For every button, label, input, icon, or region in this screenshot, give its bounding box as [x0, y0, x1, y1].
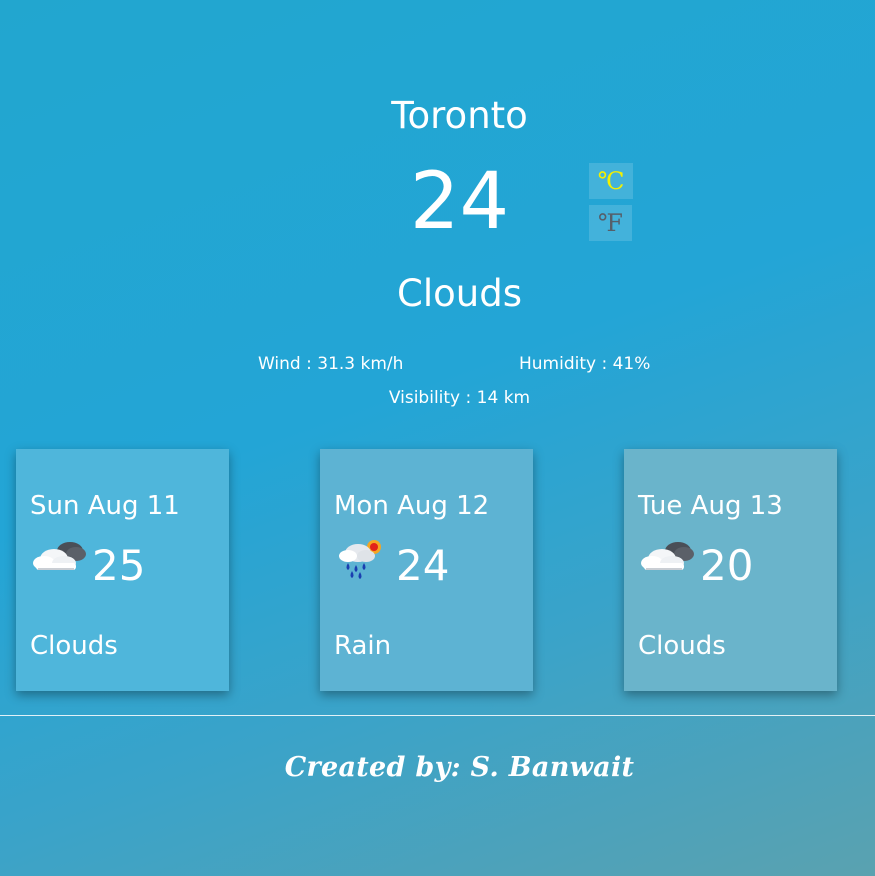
forecast-card: Sun Aug 11 25 Clouds [16, 449, 229, 691]
forecast-condition: Clouds [638, 631, 726, 661]
forecast-card: Mon Aug 12 24 Rain [320, 449, 533, 691]
current-temperature: 24 [409, 157, 510, 247]
cloudy-icon [638, 535, 698, 581]
cloudy-icon [30, 535, 90, 581]
city-name: Toronto [391, 94, 528, 137]
forecast-date: Sun Aug 11 [30, 491, 180, 521]
forecast-temperature: 20 [700, 541, 754, 590]
wind-detail: Wind : 31.3 km/h [258, 354, 404, 374]
footer-divider [0, 715, 875, 716]
forecast-date: Tue Aug 13 [638, 491, 783, 521]
rain-sun-icon [334, 535, 394, 581]
forecast-condition: Clouds [30, 631, 118, 661]
forecast-condition: Rain [334, 631, 392, 661]
forecast-temperature: 24 [396, 541, 450, 590]
current-condition: Clouds [397, 272, 522, 315]
forecast-card: Tue Aug 13 20 Clouds [624, 449, 837, 691]
visibility-detail: Visibility : 14 km [388, 388, 531, 408]
forecast-date: Mon Aug 12 [334, 491, 490, 521]
forecast-temperature: 25 [92, 541, 146, 590]
fahrenheit-toggle-button[interactable]: ℉ [589, 205, 632, 241]
footer-credit: Created by: S. Banwait [284, 752, 635, 783]
humidity-detail: Humidity : 41% [519, 354, 651, 374]
celsius-toggle-button[interactable]: ℃ [589, 163, 633, 199]
